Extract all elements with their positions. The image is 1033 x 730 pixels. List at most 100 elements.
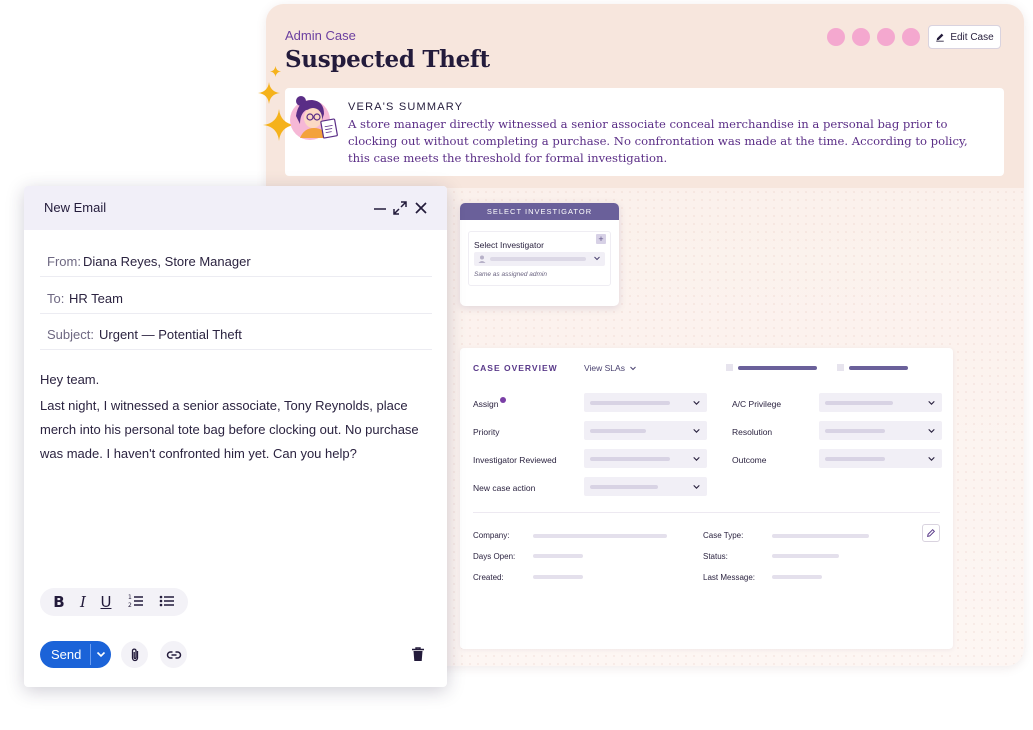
chevron-down-icon xyxy=(693,428,700,433)
investigator-label: Select Investigator xyxy=(474,240,544,250)
edit-case-label: Edit Case xyxy=(950,31,994,43)
bold-icon[interactable]: B xyxy=(50,593,68,611)
svg-text:1: 1 xyxy=(128,594,132,601)
paperclip-icon xyxy=(131,648,138,661)
new-case-action-select[interactable] xyxy=(584,477,707,496)
insert-link-button[interactable] xyxy=(160,641,187,668)
meta-label-company: Company: xyxy=(473,531,510,540)
send-label: Send xyxy=(51,647,82,662)
send-button[interactable]: Send xyxy=(40,641,111,668)
email-header: New Email xyxy=(24,186,447,230)
edit-case-button[interactable]: Edit Case xyxy=(928,25,1001,49)
vera-avatar-icon xyxy=(290,96,338,140)
field-label-investigator-reviewed: Investigator Reviewed xyxy=(473,455,557,465)
legend-square xyxy=(837,364,844,371)
meta-label-last-message: Last Message: xyxy=(703,573,756,582)
field-label-ac-privilege: A/C Privilege xyxy=(732,399,782,409)
pencil-icon xyxy=(936,33,945,42)
legend-bar xyxy=(849,366,908,370)
subject-row[interactable]: Subject: Urgent — Potential Theft xyxy=(40,313,432,350)
resolution-select[interactable] xyxy=(819,421,942,440)
select-investigator-card: SELECT INVESTIGATOR Select Investigator … xyxy=(460,203,619,306)
from-value: Diana Reyes, Store Manager xyxy=(83,254,251,269)
numbered-list-icon[interactable]: 12 xyxy=(127,593,145,611)
field-label-assign: Assign xyxy=(473,397,506,409)
field-label-priority: Priority xyxy=(473,427,500,437)
meta-value-bar xyxy=(533,575,583,579)
case-title: Suspected Theft xyxy=(285,46,490,73)
chevron-down-icon xyxy=(928,428,935,433)
chevron-down-icon xyxy=(928,456,935,461)
investigator-reviewed-select[interactable] xyxy=(584,449,707,468)
info-badge-icon xyxy=(499,397,506,403)
subject-value: Urgent — Potential Theft xyxy=(99,327,242,342)
trash-icon[interactable] xyxy=(409,645,427,663)
formatting-toolbar: B I U 12 xyxy=(40,588,188,616)
summary-text: A store manager directly witnessed a sen… xyxy=(348,117,968,165)
investigator-header: SELECT INVESTIGATOR xyxy=(460,203,619,220)
underline-icon[interactable]: U xyxy=(97,593,115,611)
sparkle-icon xyxy=(270,66,281,77)
participant-dot[interactable] xyxy=(877,28,895,46)
chevron-down-icon xyxy=(693,484,700,489)
ac-privilege-select[interactable] xyxy=(819,393,942,412)
outcome-select[interactable] xyxy=(819,449,942,468)
expand-icon[interactable] xyxy=(392,200,408,216)
participant-dot[interactable] xyxy=(902,28,920,46)
sparkle-icon xyxy=(258,82,280,104)
email-body[interactable]: Last night, I witnessed a senior associa… xyxy=(40,394,435,466)
meta-label-status: Status: xyxy=(703,552,728,561)
placeholder-bar xyxy=(490,257,586,261)
from-row[interactable]: From: Diana Reyes, Store Manager xyxy=(40,240,432,277)
chevron-down-icon xyxy=(594,256,600,261)
meta-value-bar xyxy=(533,554,583,558)
chevron-down-icon xyxy=(928,400,935,405)
meta-value-bar xyxy=(772,554,839,558)
email-window-title: New Email xyxy=(44,200,107,215)
to-row[interactable]: To: HR Team xyxy=(40,277,432,314)
case-kicker: Admin Case xyxy=(285,28,356,43)
participant-dot[interactable] xyxy=(827,28,845,46)
to-label: To: xyxy=(47,291,65,306)
meta-label-days-open: Days Open: xyxy=(473,552,516,561)
email-greeting[interactable]: Hey team. xyxy=(40,368,435,392)
case-overview-card: CASE OVERVIEW View SLAs Assign Priority … xyxy=(460,348,953,649)
overview-divider xyxy=(473,512,940,513)
view-slas-dropdown[interactable]: View SLAs xyxy=(584,363,637,373)
investigator-select[interactable] xyxy=(474,252,605,266)
attach-button[interactable] xyxy=(121,641,148,668)
legend-bar xyxy=(738,366,817,370)
chevron-down-icon[interactable] xyxy=(94,647,108,661)
meta-value-bar xyxy=(772,575,822,579)
subject-label: Subject: xyxy=(47,327,94,342)
link-icon xyxy=(166,650,181,659)
bulleted-list-icon[interactable] xyxy=(158,593,176,611)
participant-dot[interactable] xyxy=(852,28,870,46)
meta-value-bar xyxy=(772,534,869,538)
to-value: HR Team xyxy=(69,291,123,306)
add-investigator-icon[interactable]: + xyxy=(596,234,606,244)
edit-details-button[interactable] xyxy=(922,524,940,542)
investigator-body: Select Investigator + Same as assigned a… xyxy=(468,231,611,286)
overview-title: CASE OVERVIEW xyxy=(473,363,558,373)
send-divider xyxy=(90,644,91,665)
field-label-new-case-action: New case action xyxy=(473,483,536,493)
view-slas-label: View SLAs xyxy=(584,363,625,373)
assign-select[interactable] xyxy=(584,393,707,412)
summary-title: VERA'S SUMMARY xyxy=(348,101,464,113)
close-icon[interactable] xyxy=(413,200,429,216)
vera-summary: VERA'S SUMMARY A store manager directly … xyxy=(285,88,1004,176)
minimize-icon[interactable] xyxy=(372,200,388,216)
field-label-outcome: Outcome xyxy=(732,455,767,465)
chevron-down-icon xyxy=(693,456,700,461)
legend-square xyxy=(726,364,733,371)
meta-label-case-type: Case Type: xyxy=(703,531,744,540)
investigator-note: Same as assigned admin xyxy=(474,271,547,278)
italic-icon[interactable]: I xyxy=(74,593,92,611)
meta-value-bar xyxy=(533,534,667,538)
meta-label-created: Created: xyxy=(473,573,504,582)
field-label-resolution: Resolution xyxy=(732,427,773,437)
chevron-down-icon xyxy=(630,366,636,371)
pencil-icon xyxy=(927,528,936,537)
priority-select[interactable] xyxy=(584,421,707,440)
